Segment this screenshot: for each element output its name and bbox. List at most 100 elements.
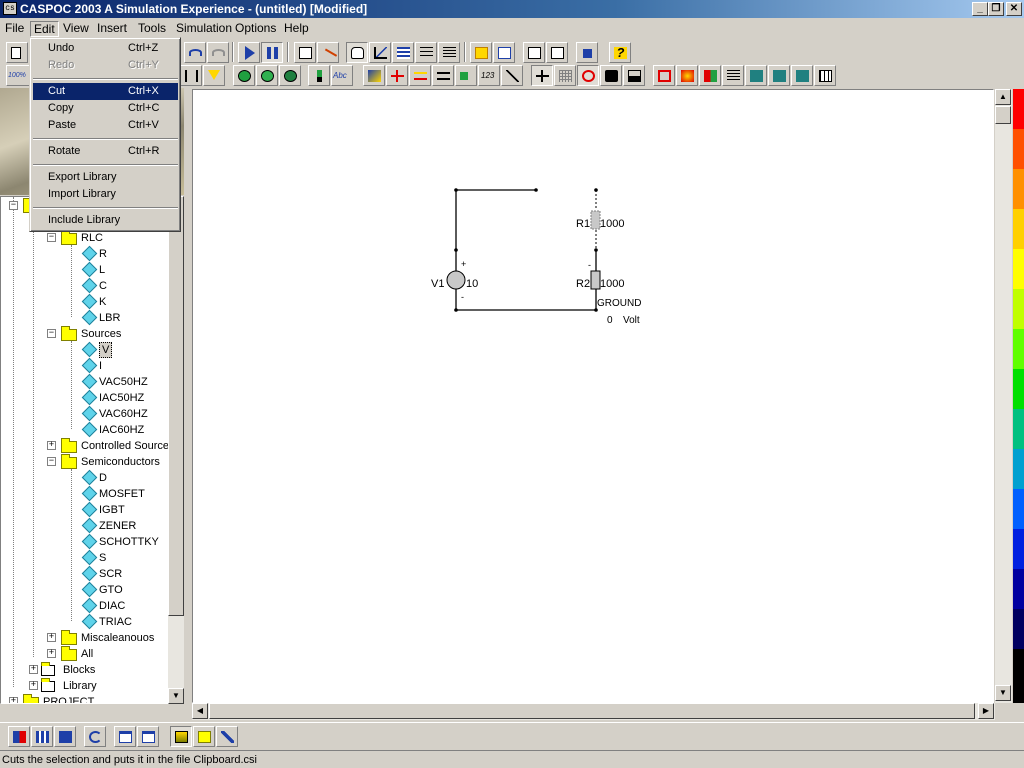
menu-item-paste[interactable]: Paste Ctrl+V (33, 117, 178, 134)
network-button[interactable] (576, 42, 598, 63)
grid-button[interactable] (554, 65, 576, 86)
view-chip-button[interactable] (54, 726, 76, 747)
level-button[interactable] (623, 65, 645, 86)
tree-scrollbar[interactable]: ▼ (168, 196, 184, 704)
canvas-scroll-right-button[interactable]: ▶ (978, 703, 994, 719)
text-tool-button[interactable]: Abc (331, 65, 353, 86)
menu-simulation[interactable]: Simulation (173, 21, 235, 37)
canvas-hscroll-thumb[interactable] (209, 703, 975, 719)
tree-node-miscaleanouos[interactable]: + Miscaleanouos (45, 630, 183, 646)
canvas-scroll-down-button[interactable]: ▼ (995, 685, 1011, 701)
undo-button[interactable] (184, 42, 206, 63)
cross-button[interactable] (386, 65, 408, 86)
menu-item-redo[interactable]: Redo Ctrl+Y (33, 57, 178, 74)
crosshair-button[interactable] (531, 65, 553, 86)
redo-button[interactable] (207, 42, 229, 63)
collapse-icon[interactable]: − (47, 457, 56, 466)
menu-item-rotate[interactable]: Rotate Ctrl+R (33, 143, 178, 160)
new-file-button[interactable] (6, 42, 28, 63)
chip-1-button[interactable] (745, 65, 767, 86)
chip-3-button[interactable] (791, 65, 813, 86)
zoom-button[interactable]: 100% (6, 65, 30, 86)
tree-scrollbar-thumb[interactable] (168, 196, 184, 616)
tree-node-semiconductors[interactable]: − Semiconductors (45, 454, 183, 470)
collapse-icon[interactable]: − (47, 329, 56, 338)
component-button[interactable] (455, 65, 477, 86)
expand-icon[interactable]: + (29, 665, 38, 674)
sort-button[interactable] (722, 65, 744, 86)
output-button[interactable] (493, 42, 515, 63)
probe-button[interactable] (203, 65, 225, 86)
expand-icon[interactable]: + (47, 441, 56, 450)
run-simulation-button[interactable] (238, 42, 260, 63)
folder-view-button[interactable] (193, 726, 215, 747)
expand-icon[interactable]: + (29, 681, 38, 690)
collapse-icon[interactable]: − (9, 201, 18, 210)
menu-item-undo[interactable]: Undo Ctrl+Z (33, 40, 178, 57)
canvas-scroll-left-button[interactable]: ◀ (192, 703, 208, 719)
menu-item-copy[interactable]: Copy Ctrl+C (33, 100, 178, 117)
hand-tool-button[interactable] (346, 42, 368, 63)
canvas-horizontal-scrollbar[interactable]: ◀ ▶ (192, 703, 995, 720)
menu-options[interactable]: Options (232, 21, 279, 37)
menu-item-import-library[interactable]: Import Library (33, 186, 178, 203)
fire-button[interactable] (676, 65, 698, 86)
restore-button[interactable]: ❐ (988, 2, 1004, 16)
view-blocks-button[interactable] (8, 726, 30, 747)
refresh-button[interactable] (84, 726, 106, 747)
menu-insert[interactable]: Insert (94, 21, 130, 37)
measure-button[interactable] (501, 65, 523, 86)
input-button[interactable] (470, 42, 492, 63)
pause-simulation-button[interactable] (261, 42, 283, 63)
window-1-button[interactable] (114, 726, 136, 747)
close-button[interactable]: ✕ (1006, 2, 1022, 16)
arrow-button[interactable] (409, 65, 431, 86)
app-icon[interactable]: cs (3, 2, 17, 15)
globe-button[interactable] (233, 65, 255, 86)
expand-icon[interactable]: + (47, 649, 56, 658)
split-button[interactable] (180, 65, 202, 86)
tree-node-blocks[interactable]: + Blocks (27, 662, 183, 678)
tree-node-library[interactable]: + Library (27, 678, 183, 694)
color-fill-button[interactable] (363, 65, 385, 86)
collapse-icon[interactable]: − (47, 233, 56, 242)
menu-tools[interactable]: Tools (135, 21, 169, 37)
canvas-vscroll-thumb[interactable] (995, 106, 1011, 124)
tree-node-rlc[interactable]: − RLC (45, 230, 183, 246)
menu-file[interactable]: File (2, 21, 27, 37)
scope-button[interactable] (294, 42, 316, 63)
menu-item-include-library[interactable]: Include Library (33, 212, 178, 229)
edit-view-button[interactable] (216, 726, 238, 747)
move-button[interactable] (653, 65, 675, 86)
menu-edit[interactable]: Edit (30, 21, 59, 37)
expand-icon[interactable]: + (47, 633, 56, 642)
globe-settings-button[interactable] (279, 65, 301, 86)
resistor-r1[interactable] (590, 210, 601, 230)
canvas-scroll-up-button[interactable]: ▲ (995, 89, 1011, 105)
block-button[interactable] (699, 65, 721, 86)
menu-item-cut[interactable]: Cut Ctrl+X (33, 83, 178, 100)
paint-button[interactable] (308, 65, 330, 86)
number-button[interactable]: 123 (478, 65, 500, 86)
voltage-source-v1[interactable] (446, 270, 466, 290)
list-view-button[interactable] (415, 42, 437, 63)
export-button[interactable] (523, 42, 545, 63)
image-view-button[interactable] (170, 726, 192, 747)
tree-node-project[interactable]: + PROJECT (7, 694, 183, 703)
table-button[interactable] (814, 65, 836, 86)
wire-button[interactable] (317, 42, 339, 66)
properties-button[interactable] (438, 42, 460, 63)
tree-scroll-down-button[interactable]: ▼ (168, 688, 184, 704)
globe-network-button[interactable] (256, 65, 278, 86)
minimize-button[interactable]: _ (972, 2, 988, 16)
tree-node-all[interactable]: + All (45, 646, 183, 662)
import-button[interactable] (546, 42, 568, 63)
graph-button[interactable] (369, 42, 391, 63)
menu-help[interactable]: Help (281, 21, 312, 37)
schematic-canvas[interactable]: + - V1 10 R1 1000 - R2 1000 GROUND 0 Vol… (192, 89, 994, 703)
menu-view[interactable]: View (60, 21, 92, 37)
paint-bucket-button[interactable] (600, 65, 622, 86)
chip-2-button[interactable] (768, 65, 790, 86)
view-grid-button[interactable] (31, 726, 53, 747)
menu-item-export-library[interactable]: Export Library (33, 169, 178, 186)
